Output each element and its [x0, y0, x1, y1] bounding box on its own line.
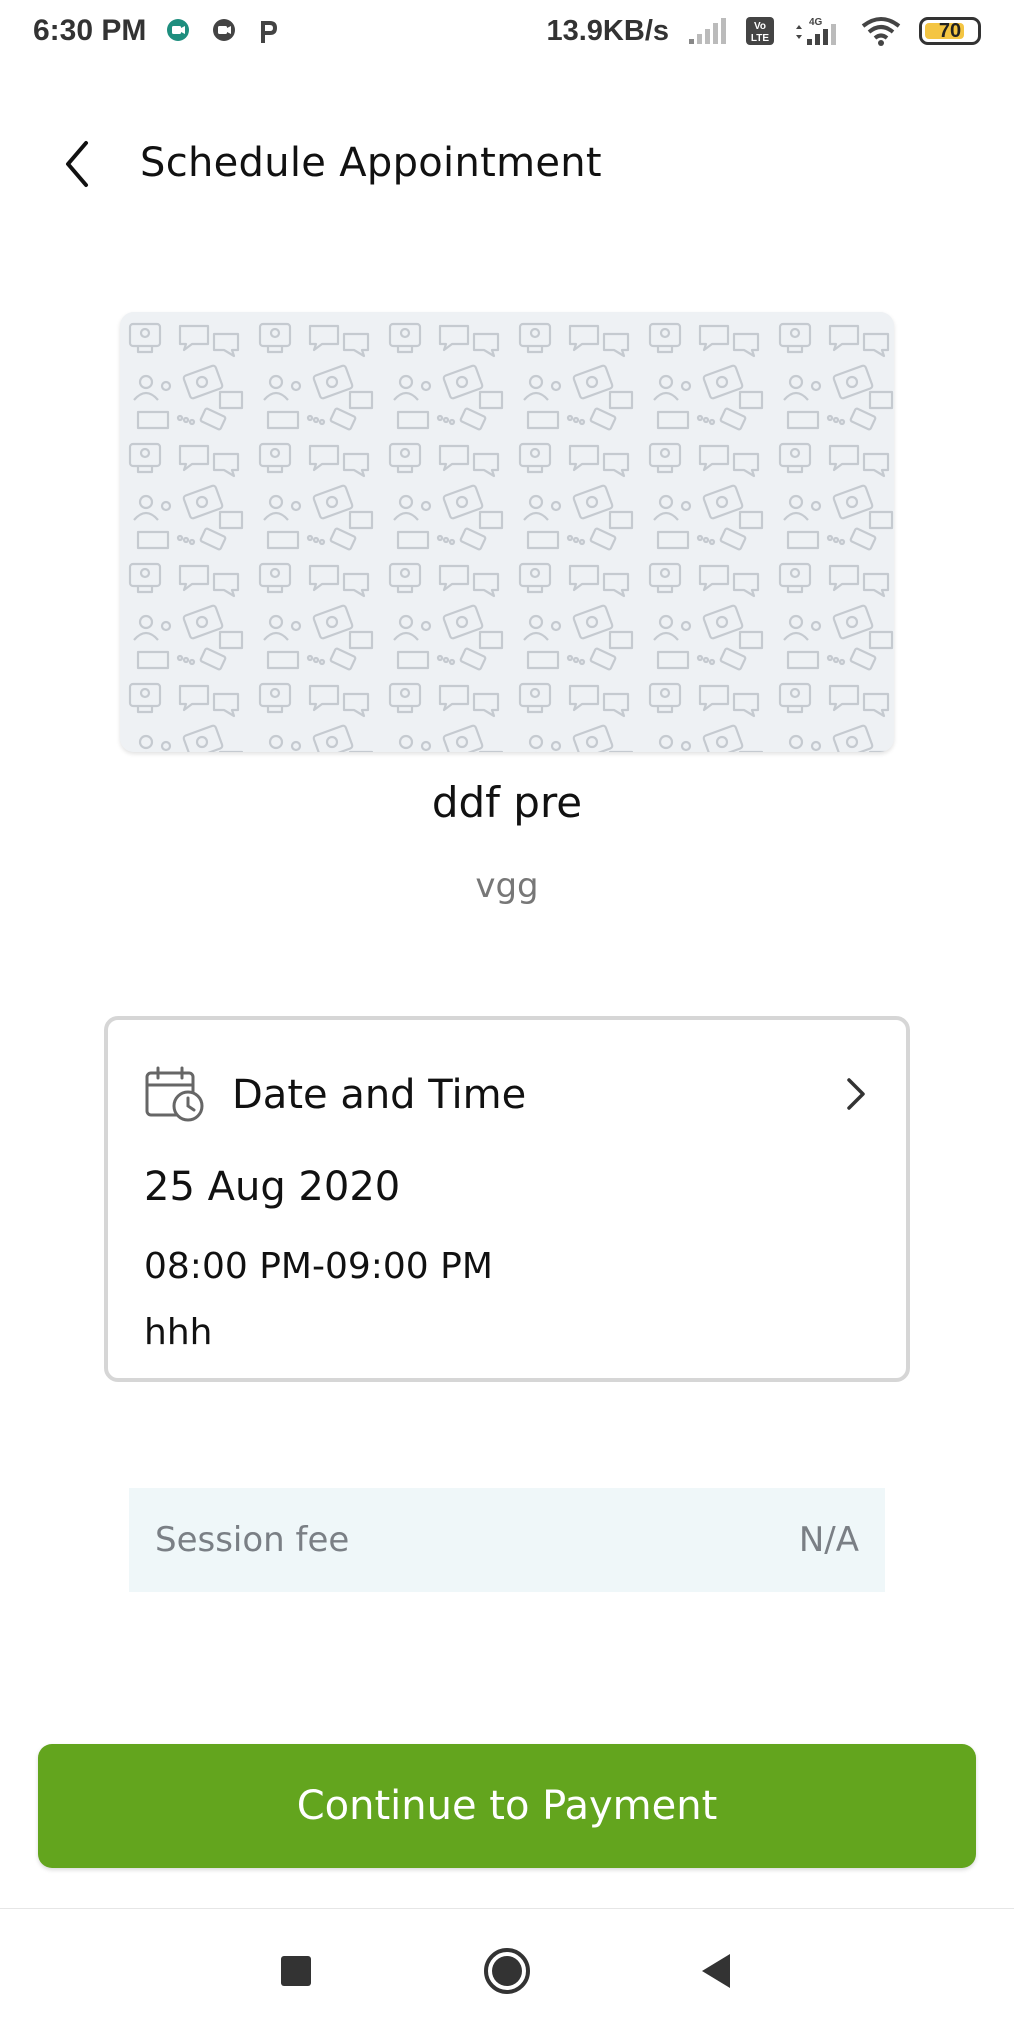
status-time: 6:30 PM: [33, 14, 147, 47]
wifi-icon: [861, 16, 901, 46]
provider-banner-image: [120, 312, 894, 752]
back-button[interactable]: [52, 134, 102, 194]
meet-icon: [164, 17, 192, 45]
duo-icon: [210, 17, 238, 45]
status-right: 13.9KB/s Vo LTE 4G 70: [546, 15, 981, 48]
continue-to-payment-button[interactable]: Continue to Payment: [38, 1744, 976, 1868]
chevron-right-icon[interactable]: [836, 1072, 876, 1116]
system-nav-bar: [0, 1908, 1014, 2029]
app-header: Schedule Appointment: [0, 120, 1014, 206]
triangle-back-icon: [702, 1954, 730, 1988]
status-bar: 6:30 PM 13.9KB/s Vo LTE 4G 70: [0, 0, 1014, 62]
calendar-clock-icon: [144, 1066, 206, 1122]
battery-level: 70: [938, 19, 962, 42]
date-time-card[interactable]: Date and Time 25 Aug 2020 08:00 PM-09:00…: [104, 1016, 910, 1382]
svg-text:4G: 4G: [809, 17, 823, 28]
session-fee-label: Session fee: [155, 1520, 350, 1560]
appointment-note: hhh: [144, 1312, 213, 1353]
chevron-left-icon: [66, 141, 88, 187]
date-time-title: Date and Time: [232, 1072, 527, 1118]
svg-text:LTE: LTE: [751, 33, 769, 44]
provider-subtitle: vgg: [475, 866, 539, 906]
svg-text:Vo: Vo: [754, 21, 766, 32]
battery-icon: 70: [919, 17, 981, 45]
appointment-time: 08:00 PM-09:00 PM: [144, 1246, 493, 1287]
net-speed: 13.9KB/s: [546, 14, 669, 47]
provider-name: ddf pre: [431, 778, 583, 827]
session-fee-row: Session fee N/A: [129, 1488, 885, 1592]
parking-app-icon: [256, 17, 280, 45]
session-fee-value: N/A: [798, 1520, 859, 1560]
appointment-date: 25 Aug 2020: [144, 1164, 401, 1210]
status-left: 6:30 PM: [33, 14, 280, 48]
volte-icon: Vo LTE: [745, 16, 775, 46]
back-nav-button[interactable]: [688, 1943, 744, 1999]
recent-apps-button[interactable]: [268, 1943, 324, 1999]
page-title: Schedule Appointment: [140, 140, 602, 186]
4g-signal-icon: 4G: [793, 15, 843, 47]
video-consult-pattern-icon: [120, 312, 894, 752]
home-circle-icon: [484, 1948, 530, 1994]
signal-icon: [687, 17, 727, 45]
square-icon: [281, 1956, 311, 1986]
home-button[interactable]: [479, 1943, 535, 1999]
